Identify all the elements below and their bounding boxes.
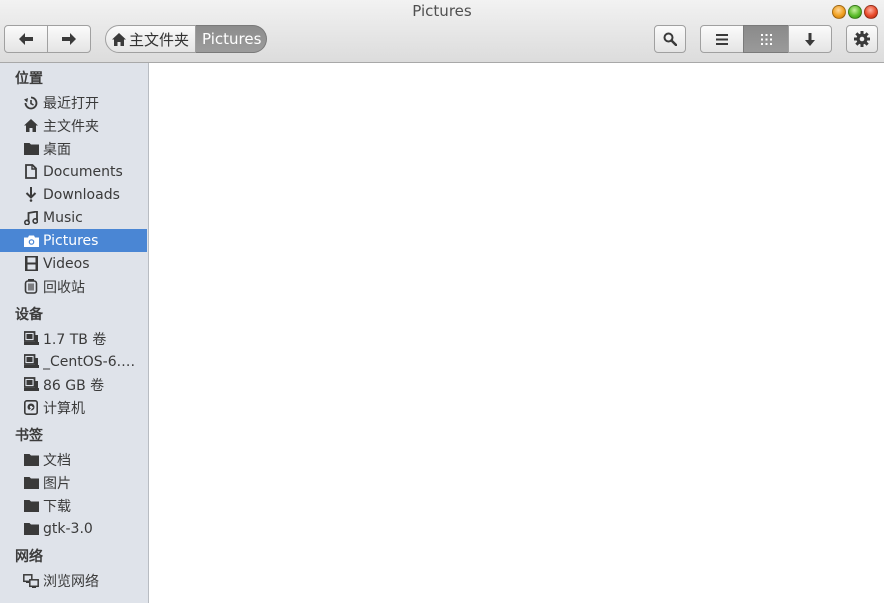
film-icon [24,256,38,271]
breadcrumb-home[interactable]: 主文件夹 [105,25,197,53]
maximize-button[interactable] [848,5,862,19]
forward-button[interactable] [47,25,91,53]
sidebar-item-documents[interactable]: Documents [0,160,147,183]
folder-icon [23,523,39,535]
list-view-button[interactable] [700,25,744,53]
sidebar: 位置 最近打开 主文件夹 桌面 Documents Downloads Musi… [0,63,149,603]
breadcrumb: 主文件夹 Pictures [105,25,268,53]
section-network-title: 网络 [15,549,43,565]
grid-view-button[interactable] [743,25,789,53]
sidebar-item-bookmark-pictures[interactable]: 图片 [0,471,147,494]
section-bookmarks-title: 书签 [15,428,43,444]
sidebar-item-label: 文档 [43,452,71,469]
sidebar-item-label: 回收站 [43,279,85,296]
sidebar-item-label: Videos [43,255,90,272]
network-icon [23,573,39,588]
minimize-button[interactable] [832,5,846,19]
sidebar-item-desktop[interactable]: 桌面 [0,137,147,160]
sidebar-item-trash[interactable]: 回收站 [0,275,147,298]
sidebar-item-bookmark-gtk[interactable]: gtk-3.0 [0,517,147,540]
gear-icon [854,31,870,47]
sidebar-item-computer[interactable]: 计算机 [0,396,147,419]
sidebar-item-label: Downloads [43,186,120,203]
breadcrumb-home-label: 主文件夹 [129,30,190,49]
header-bar: Pictures 主文件夹 Pictures [0,0,884,63]
arrow-right-icon [62,33,76,45]
sidebar-item-browse-network[interactable]: 浏览网络 [0,569,147,592]
recent-icon [24,96,38,109]
arrow-left-icon [19,33,33,45]
folder-icon [23,143,39,155]
settings-button[interactable] [846,25,878,53]
list-icon [716,33,728,45]
search-icon [663,32,677,46]
sidebar-item-label: 计算机 [43,400,85,417]
sidebar-item-label: Music [43,209,83,226]
download-icon [25,187,37,202]
sidebar-item-label: 下载 [43,498,71,515]
sidebar-item-pictures[interactable]: Pictures [0,229,147,252]
sidebar-item-downloads[interactable]: Downloads [0,183,147,206]
close-button[interactable] [864,5,878,19]
window-title: Pictures [412,2,472,20]
folder-icon [23,500,39,512]
sidebar-item-label: gtk-3.0 [43,520,93,537]
harddisk-icon [24,400,38,415]
folder-icon [23,477,39,489]
folder-icon [23,454,39,466]
drive-icon [23,354,39,368]
section-places-title: 位置 [15,71,43,87]
drive-icon [23,331,39,345]
back-button[interactable] [4,25,48,53]
section-devices-title: 设备 [15,307,43,323]
sidebar-item-home[interactable]: 主文件夹 [0,114,147,137]
search-button[interactable] [654,25,686,53]
sidebar-item-music[interactable]: Music [0,206,147,229]
file-manager-window: Pictures 主文件夹 Pictures 位置 最近打开 主文件夹 桌面 D… [0,0,884,603]
sidebar-item-videos[interactable]: Videos [0,252,147,275]
view-options-button[interactable] [788,25,832,53]
sidebar-item-bookmark-documents[interactable]: 文档 [0,448,147,471]
document-icon [25,164,37,179]
sidebar-item-label: 最近打开 [43,95,99,112]
sidebar-item-label: 桌面 [43,141,71,158]
home-icon [24,119,38,132]
sidebar-item-label: 浏览网络 [43,573,99,590]
music-icon [24,210,38,225]
sidebar-item-bookmark-downloads[interactable]: 下载 [0,494,147,517]
sidebar-item-recent[interactable]: 最近打开 [0,91,147,114]
sidebar-item-label: 1.7 TB 卷 [43,331,107,348]
sidebar-item-label: Documents [43,163,123,180]
file-view-area[interactable] [150,63,884,603]
breadcrumb-current-label: Pictures [202,30,262,48]
sidebar-item-volume-2[interactable]: 86 GB 卷 [0,373,147,396]
grid-icon [760,33,772,45]
sidebar-item-label: Pictures [43,232,99,249]
sidebar-item-label: _CentOS-6.… [43,353,136,370]
breadcrumb-current[interactable]: Pictures [196,25,268,53]
camera-icon [23,235,39,247]
home-icon [112,32,126,46]
sidebar-item-label: 主文件夹 [43,118,99,135]
sidebar-item-label: 86 GB 卷 [43,377,105,394]
sidebar-item-volume-centos[interactable]: _CentOS-6.… [0,350,147,373]
arrow-down-icon [805,32,815,46]
trash-icon [24,279,38,294]
drive-icon [23,377,39,391]
sidebar-item-volume-1[interactable]: 1.7 TB 卷 [0,327,147,350]
sidebar-item-label: 图片 [43,475,71,492]
